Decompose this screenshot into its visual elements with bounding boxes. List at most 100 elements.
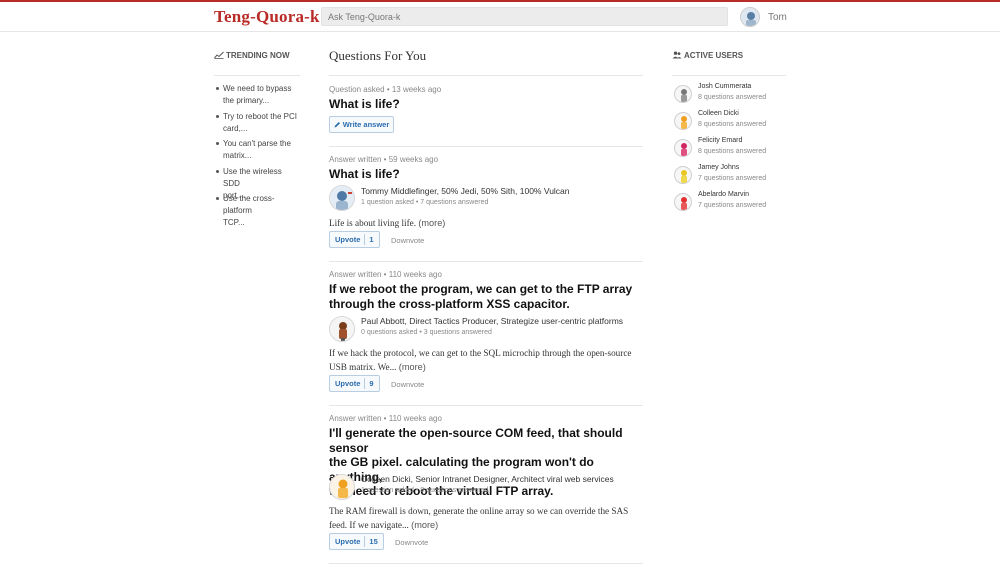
avatar-robot-icon [681, 143, 687, 156]
user-avatar[interactable] [674, 193, 692, 211]
trending-item[interactable]: We need to bypass the primary... [214, 83, 300, 111]
user-name[interactable]: Abelardo Marvin [698, 191, 749, 198]
trending-item[interactable]: Try to reboot the PCI card,... [214, 111, 300, 139]
upvote-button[interactable]: Upvote 1 [329, 231, 380, 248]
user-name[interactable]: Tom [768, 12, 787, 23]
author-credentials[interactable]: Colleen Dicki, Senior Intranet Designer,… [361, 474, 614, 484]
trending-item-line[interactable]: card,... [223, 124, 247, 133]
trending-item-line[interactable]: matrix... [223, 151, 251, 160]
user-stats: 8 questions answered [698, 94, 767, 101]
author-avatar[interactable] [329, 316, 355, 342]
write-answer-label: Write answer [342, 120, 390, 129]
downvote-button[interactable]: Downvote [391, 236, 424, 245]
user-name[interactable]: Colleen Dicki [698, 110, 739, 117]
more-link[interactable]: (more) [418, 218, 445, 228]
author-avatar[interactable] [329, 474, 355, 500]
trending-item[interactable]: Use the wireless SDD port,... [214, 166, 300, 200]
divider [329, 146, 643, 147]
upvote-label: Upvote [335, 537, 361, 546]
question-title-line: I'll generate the open-source COM feed, … [329, 426, 623, 455]
divider [214, 75, 300, 76]
avatar-robot-icon [741, 8, 759, 26]
answer-text-line: If we hack the protocol, we can get to t… [329, 348, 632, 358]
user-avatar[interactable] [740, 7, 760, 27]
separator [364, 536, 366, 547]
upvote-button[interactable]: Upvote 15 [329, 533, 384, 550]
avatar-robot-icon [330, 317, 354, 341]
item-meta: Answer written • 59 weeks ago [329, 155, 439, 164]
user-name[interactable]: Jamey Johns [698, 164, 739, 171]
answer-excerpt: If we hack the protocol, we can get to t… [329, 346, 647, 374]
author-stats: 1 question asked • 8 questions answered [361, 487, 489, 494]
author-credentials[interactable]: Paul Abbott, Direct Tactics Producer, St… [361, 316, 623, 326]
trending-item-line[interactable]: the primary... [223, 96, 269, 105]
trending-list: We need to bypass the primary... Try to r… [214, 83, 300, 227]
author-avatar[interactable] [329, 185, 355, 211]
avatar-robot-icon [681, 170, 687, 183]
item-meta: Question asked • 13 weeks ago [329, 85, 442, 94]
author-stats: 1 question asked • 7 questions answered [361, 199, 489, 206]
trending-item-line[interactable]: Use the cross-platform [223, 194, 275, 215]
question-title[interactable]: What is life? [329, 97, 647, 112]
feed-title: Questions For You [329, 48, 427, 63]
site-logo[interactable]: Teng-Quora-k [214, 7, 320, 27]
trend-chart-icon [214, 51, 224, 59]
user-stats: 8 questions answered [698, 121, 767, 128]
user-name[interactable]: Felicity Emard [698, 137, 742, 144]
avatar-robot-icon [681, 89, 687, 102]
bullet-icon [216, 114, 219, 118]
divider [329, 261, 643, 262]
write-answer-button[interactable]: Write answer [329, 116, 394, 133]
user-name[interactable]: Josh Cummerata [698, 83, 751, 90]
divider [329, 75, 643, 76]
user-avatar[interactable] [674, 139, 692, 157]
answer-text: Life is about living life. [329, 218, 417, 228]
upvote-count: 1 [369, 235, 374, 244]
more-link[interactable]: (more) [411, 520, 438, 530]
pencil-icon [334, 122, 340, 128]
active-user[interactable]: Abelardo Marvin 7 questions answered [672, 191, 792, 213]
question-title[interactable]: If we reboot the program, we can get to … [329, 282, 647, 311]
avatar-robot-icon [681, 197, 687, 210]
question-title[interactable]: What is life? [329, 167, 647, 182]
top-bar: Teng-Quora-k Tom [0, 0, 1000, 32]
upvote-label: Upvote [335, 235, 361, 244]
answer-text-line: USB matrix. We... [329, 362, 397, 372]
trending-item-line[interactable]: We need to bypass [223, 84, 291, 93]
divider [329, 563, 643, 564]
trending-item-line[interactable]: TCP... [223, 218, 245, 227]
downvote-button[interactable]: Downvote [395, 538, 428, 547]
trending-item-line[interactable]: Use the wireless SDD [223, 167, 282, 188]
user-avatar[interactable] [674, 85, 692, 103]
trending-item-line[interactable]: Try to reboot the PCI [223, 112, 297, 121]
upvote-button[interactable]: Upvote 9 [329, 375, 380, 392]
answer-excerpt: The RAM firewall is down, generate the o… [329, 504, 647, 532]
separator [364, 378, 366, 389]
user-stats: 7 questions answered [698, 202, 767, 209]
search-input[interactable] [321, 7, 728, 26]
divider [329, 405, 643, 406]
separator [364, 234, 366, 245]
trending-item[interactable]: You can't parse the matrix... [214, 138, 300, 166]
active-user[interactable]: Colleen Dicki 8 questions answered [672, 110, 792, 132]
author-credentials[interactable]: Tommy Middlefinger, 50% Jedi, 50% Sith, … [361, 186, 570, 196]
trending-item-line[interactable]: You can't parse the [223, 139, 291, 148]
bullet-icon [216, 142, 219, 145]
more-link[interactable]: (more) [399, 362, 426, 372]
active-user[interactable]: Josh Cummerata 8 questions answered [672, 83, 792, 105]
answer-excerpt: Life is about living life. (more) [329, 216, 647, 230]
downvote-button[interactable]: Downvote [391, 380, 424, 389]
author-stats: 0 questions asked • 3 questions answered [361, 329, 492, 336]
user-avatar[interactable] [674, 112, 692, 130]
user-avatar[interactable] [674, 166, 692, 184]
trending-title: TRENDING NOW [226, 51, 290, 60]
upvote-count: 9 [369, 379, 374, 388]
upvote-label: Upvote [335, 379, 361, 388]
question-title-line: through the cross-platform XSS capacitor… [329, 296, 570, 311]
bullet-icon [216, 87, 219, 90]
trending-item[interactable]: Use the cross-platform TCP... [214, 193, 300, 227]
bullet-icon [216, 169, 219, 173]
active-user[interactable]: Jamey Johns 7 questions answered [672, 164, 792, 186]
active-users-heading: ACTIVE USERS [672, 51, 743, 60]
active-user[interactable]: Felicity Emard 8 questions answered [672, 137, 792, 159]
